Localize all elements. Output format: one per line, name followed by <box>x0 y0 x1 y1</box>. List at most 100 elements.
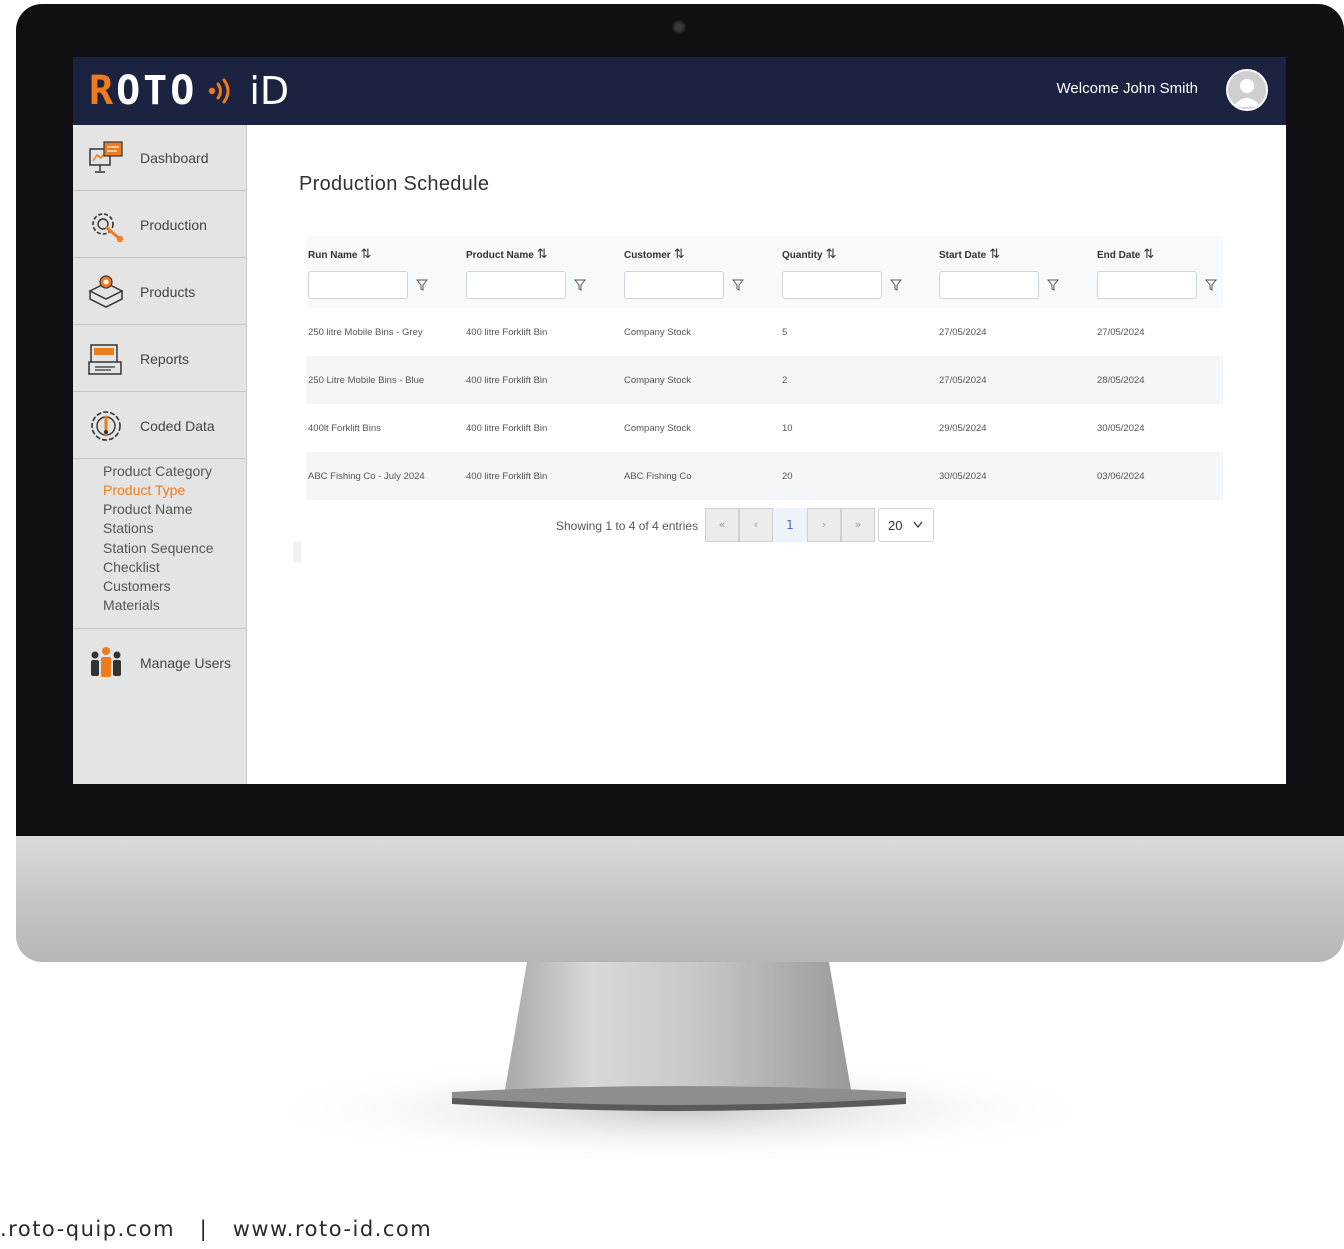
filter-icon[interactable] <box>1047 279 1059 291</box>
submenu-item-customers[interactable]: Customers <box>103 577 171 595</box>
sidebar-item-label: Reports <box>140 350 190 367</box>
logo-letter-r: R <box>89 68 117 114</box>
filter-icon[interactable] <box>890 279 902 291</box>
column-label: Quantity <box>782 250 823 261</box>
filter-icon[interactable] <box>416 279 428 291</box>
products-box-icon <box>88 274 124 308</box>
filter-input-customer[interactable] <box>624 271 724 299</box>
table-row[interactable]: 400lt Forklift Bins 400 litre Forklift B… <box>306 404 1223 452</box>
column-label: Start Date <box>939 250 987 261</box>
filter-icon[interactable] <box>732 279 744 291</box>
sidebar-item-label: Dashboard <box>140 149 209 166</box>
cell-end-date: 27/05/2024 <box>1097 327 1145 338</box>
submenu-item-product-category[interactable]: Product Category <box>103 462 212 480</box>
submenu-item-station-sequence[interactable]: Station Sequence <box>103 539 214 557</box>
page-1-button[interactable]: 1 <box>773 508 807 542</box>
scrollbar-stub <box>293 541 301 563</box>
logo-id-text: iD <box>249 69 290 113</box>
column-header-end-date[interactable]: End Date ⇅ <box>1097 246 1154 262</box>
sort-icon[interactable]: ⇅ <box>360 246 371 261</box>
column-header-start-date[interactable]: Start Date ⇅ <box>939 246 1000 262</box>
column-label: End Date <box>1097 250 1141 261</box>
filter-input-end-date[interactable] <box>1097 271 1197 299</box>
table-row[interactable]: ABC Fishing Co - July 2024 400 litre For… <box>306 452 1223 500</box>
submenu-item-materials[interactable]: Materials <box>103 596 160 614</box>
submenu-item-checklist[interactable]: Checklist <box>103 558 160 576</box>
logo-letters-oto: OTO <box>116 68 198 114</box>
footer-website-text: .roto-quip.com | www.roto-id.com <box>0 1217 433 1241</box>
cell-product-name: 400 litre Forklift Bin <box>466 423 548 434</box>
coded-data-icon <box>91 410 121 441</box>
table-header: Run Name ⇅ Product Name ⇅ Customer ⇅ Quanti… <box>306 236 1223 308</box>
cell-quantity: 20 <box>782 471 793 482</box>
column-header-product-name[interactable]: Product Name ⇅ <box>466 246 548 262</box>
cell-end-date: 30/05/2024 <box>1097 423 1145 434</box>
submenu-item-product-name[interactable]: Product Name <box>103 500 192 518</box>
cell-quantity: 5 <box>782 327 788 338</box>
last-page-button[interactable]: » <box>841 508 875 542</box>
pagination-info: Showing 1 to 4 of 4 entries <box>556 519 699 533</box>
cell-end-date: 03/06/2024 <box>1097 471 1145 482</box>
cell-start-date: 30/05/2024 <box>939 471 987 482</box>
filter-input-product-name[interactable] <box>466 271 566 299</box>
column-header-quantity[interactable]: Quantity ⇅ <box>782 246 836 262</box>
user-avatar-icon <box>1228 71 1266 109</box>
filter-icon[interactable] <box>574 279 586 291</box>
sort-icon[interactable]: ⇅ <box>537 246 548 261</box>
first-page-button[interactable]: « <box>705 508 739 542</box>
cell-customer: Company Stock <box>624 423 692 434</box>
cell-customer: Company Stock <box>624 327 692 338</box>
cell-start-date: 27/05/2024 <box>939 375 987 386</box>
sidebar-item-production[interactable]: Production <box>73 192 247 258</box>
sidebar-item-manage-users[interactable]: Manage Users <box>73 630 247 696</box>
sidebar-item-products[interactable]: Products <box>73 259 247 325</box>
submenu-item-product-type[interactable]: Product Type <box>103 481 185 499</box>
next-page-button[interactable]: › <box>807 508 841 542</box>
reports-icon <box>88 343 122 375</box>
column-header-customer[interactable]: Customer ⇅ <box>624 246 685 262</box>
dashboard-icon <box>89 140 123 173</box>
cell-product-name: 400 litre Forklift Bin <box>466 375 548 386</box>
welcome-text: Welcome John Smith <box>1056 80 1198 97</box>
cell-run-name: ABC Fishing Co - July 2024 <box>308 471 425 482</box>
coded-data-submenu: Product Category Product Type Product Na… <box>73 458 247 629</box>
sort-icon[interactable]: ⇅ <box>1143 246 1154 261</box>
filter-icon[interactable] <box>1205 279 1217 291</box>
table-row[interactable]: 250 Litre Mobile Bins - Blue 400 litre F… <box>306 356 1223 404</box>
signal-icon <box>209 78 230 104</box>
roto-id-logo[interactable]: ROTO iD <box>89 67 289 115</box>
cell-run-name: 400lt Forklift Bins <box>308 423 381 434</box>
cell-start-date: 29/05/2024 <box>939 423 987 434</box>
cell-start-date: 27/05/2024 <box>939 327 987 338</box>
sidebar-item-coded-data[interactable]: Coded Data <box>73 393 247 459</box>
sidebar-item-reports[interactable]: Reports <box>73 326 247 392</box>
user-avatar[interactable] <box>1226 69 1268 111</box>
cell-product-name: 400 litre Forklift Bin <box>466 327 548 338</box>
sidebar-item-label: Manage Users <box>140 655 232 671</box>
column-label: Product Name <box>466 250 534 261</box>
sidebar-item-dashboard[interactable]: Dashboard <box>73 125 247 191</box>
cell-product-name: 400 litre Forklift Bin <box>466 471 548 482</box>
filter-input-start-date[interactable] <box>939 271 1039 299</box>
sort-icon[interactable]: ⇅ <box>674 246 685 261</box>
cell-end-date: 28/05/2024 <box>1097 375 1145 386</box>
sidebar-item-label: Products <box>140 283 196 300</box>
filter-input-run-name[interactable] <box>308 271 408 299</box>
sort-icon[interactable]: ⇅ <box>989 246 1000 261</box>
submenu-item-stations[interactable]: Stations <box>103 519 154 537</box>
cell-customer: Company Stock <box>624 375 692 386</box>
page-size-select[interactable]: 20 <box>878 508 934 542</box>
cell-run-name: 250 Litre Mobile Bins - Blue <box>308 375 425 386</box>
column-header-run-name[interactable]: Run Name ⇅ <box>308 246 371 262</box>
page-title: Production Schedule <box>299 173 490 195</box>
sidebar-item-label: Coded Data <box>140 417 215 434</box>
sort-icon[interactable]: ⇅ <box>826 246 837 261</box>
table-row[interactable]: 250 litre Mobile Bins - Grey 400 litre F… <box>306 308 1223 356</box>
cell-customer: ABC Fishing Co <box>624 471 692 482</box>
prev-page-button[interactable]: ‹ <box>739 508 773 542</box>
cell-run-name: 250 litre Mobile Bins - Grey <box>308 327 423 338</box>
filter-input-quantity[interactable] <box>782 271 882 299</box>
sidebar-item-label: Production <box>140 216 207 233</box>
sidebar: Dashboard Production Products Reports Co… <box>73 125 247 784</box>
cell-quantity: 10 <box>782 423 793 434</box>
